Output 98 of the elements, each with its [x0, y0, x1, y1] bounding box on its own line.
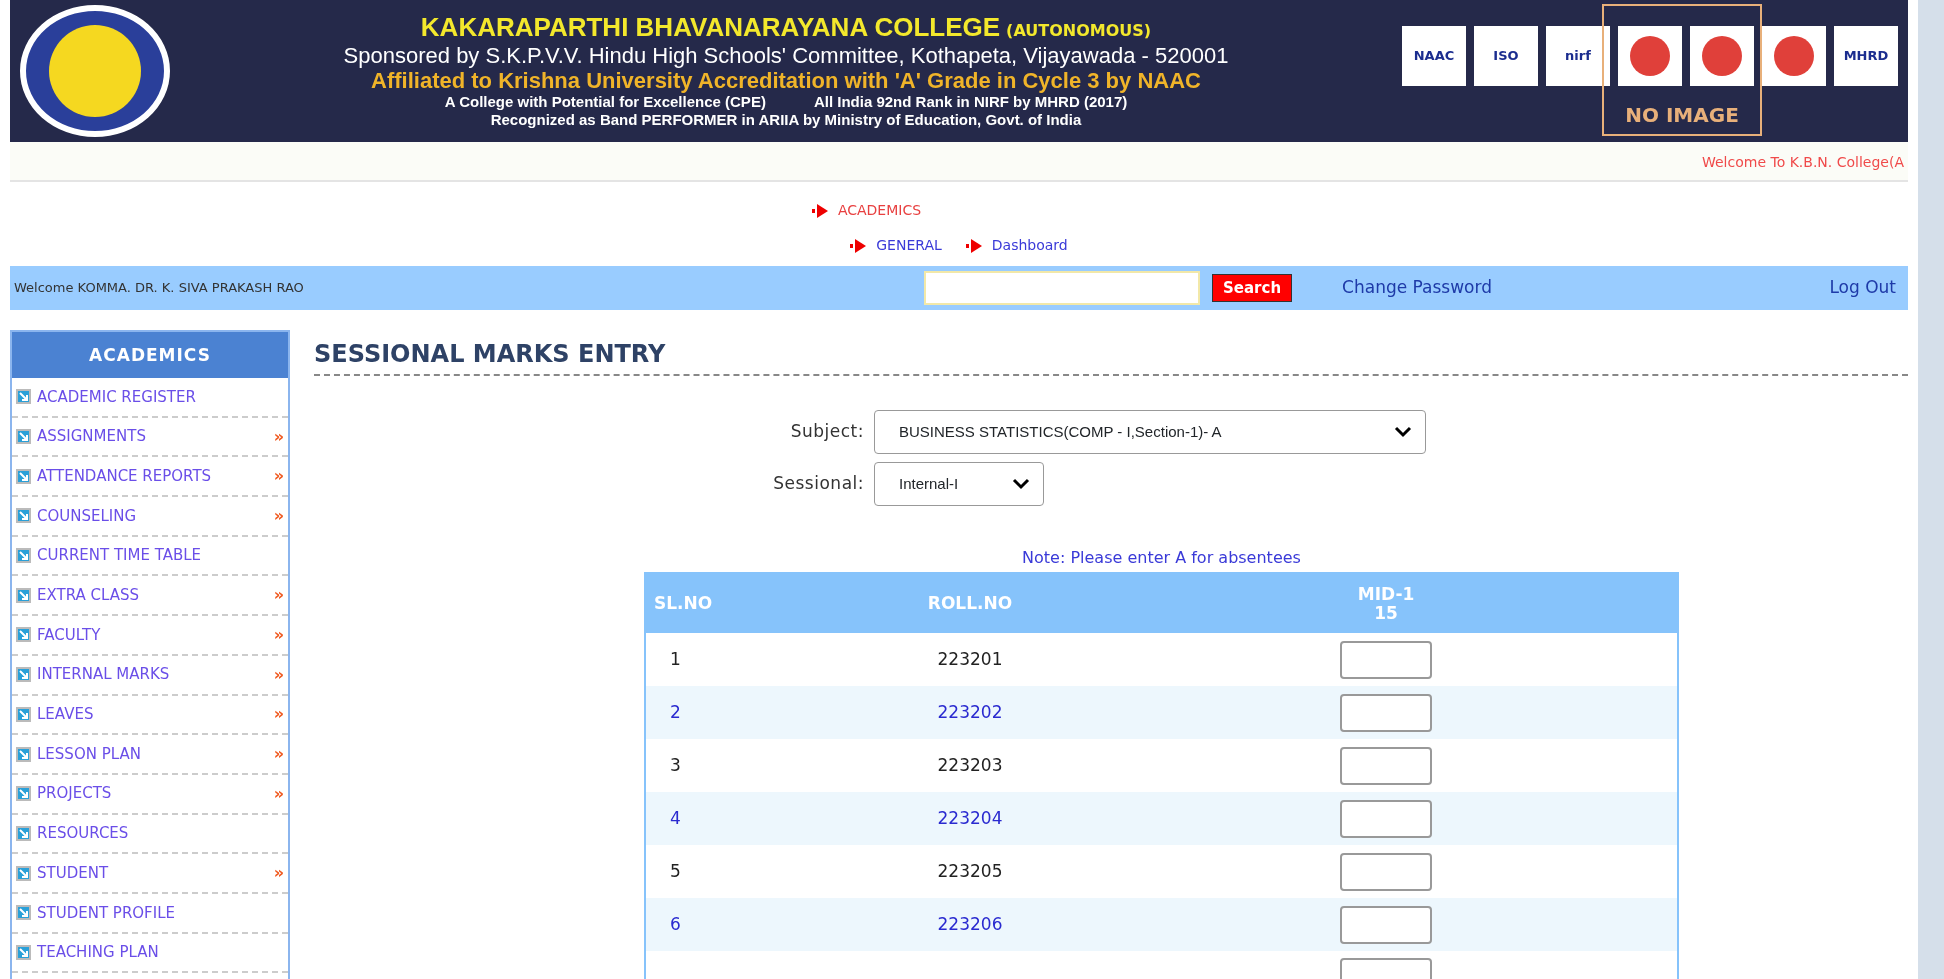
- table-cell: 223205: [845, 845, 1095, 898]
- marks-input[interactable]: [1340, 852, 1432, 891]
- sidebar-link[interactable]: TEACHING PLAN: [37, 941, 159, 964]
- arrow-icon: [16, 548, 31, 564]
- marquee-text: Welcome To K.B.N. College(A: [1702, 154, 1904, 170]
- arrow-icon: [16, 667, 31, 683]
- sidebar-header: ACADEMICS: [12, 332, 288, 378]
- chevron-icon: [1393, 425, 1413, 439]
- banner-text: All India 92nd Rank in NIRF by MHRD (2017): [813, 93, 1128, 111]
- arrow-icon: [16, 746, 31, 762]
- marks-input[interactable]: [1340, 746, 1432, 785]
- emblem-logo-icon: [1690, 26, 1754, 86]
- arrow-icon: [965, 238, 982, 253]
- change-password-link[interactable]: Change Password: [1342, 275, 1492, 301]
- field-label: Subject:: [789, 420, 864, 444]
- arrow-icon: [16, 627, 31, 643]
- chevron-icon: [1011, 477, 1031, 491]
- sessional-dropdown[interactable]: Internal-I: [874, 462, 1044, 506]
- autonomous-label: (AUTONOMOUS): [1006, 20, 1152, 40]
- submenu-arrow: »: [273, 862, 284, 885]
- banner-text: Recognized as Band PERFORMER in ARIIA by Ministry of Education, Govt. of India: [490, 110, 1082, 128]
- sidebar-link[interactable]: ATTENDANCE REPORTS: [37, 464, 212, 488]
- arrow-icon: [16, 865, 31, 881]
- sidebar-link[interactable]: ASSIGNMENTS: [37, 425, 146, 448]
- arrow-icon: [16, 508, 31, 524]
- table-cell: 6: [645, 898, 845, 951]
- submenu-arrow: »: [273, 584, 284, 607]
- affiliation-line: Affiliated to Krishna University Accreditation with 'A' Grade in Cycle 3 by NAAC: [370, 68, 1202, 94]
- emblem-logo-icon: [1762, 26, 1826, 86]
- arrow-icon: [16, 468, 31, 484]
- marks-input[interactable]: [1340, 905, 1432, 944]
- accreditation-logo: nirf: [1546, 26, 1610, 86]
- sidebar-link[interactable]: STUDENT: [37, 861, 109, 885]
- college-name: KAKARAPARTHI BHAVANARAYANA COLLEGE: [420, 11, 1001, 42]
- table-cell: 223201: [845, 633, 1095, 686]
- submenu-arrow: »: [273, 623, 284, 646]
- sidebar-link[interactable]: RESOURCES: [37, 822, 129, 845]
- sidebar-link[interactable]: INTERNAL MARKS: [37, 663, 170, 686]
- arrow-icon: [16, 786, 31, 802]
- arrow-icon: [16, 825, 31, 841]
- search-field[interactable]: [924, 271, 1200, 305]
- column-header: MID-1 15: [1095, 573, 1678, 633]
- column-header: SL.NO: [645, 573, 845, 633]
- banner-text: A College with Potential for Excellence (CPE): [444, 93, 766, 111]
- arrow-icon: [16, 389, 31, 405]
- arrow-icon: [850, 238, 867, 253]
- table-cell: 3: [645, 739, 845, 792]
- scrollbar[interactable]: [1918, 0, 1944, 979]
- accreditation-logo: NAAC: [1402, 26, 1466, 86]
- menu-link[interactable]: Dashboard: [991, 235, 1068, 256]
- emblem-logo-icon: [1618, 26, 1682, 86]
- sponsor-line: Sponsored by S.K.P.V.V. Hindu High Schools' Committee, Kothapeta, Vijayawada - 520001: [342, 42, 1230, 69]
- accreditation-logo: ISO: [1474, 26, 1538, 86]
- table-cell: 223206: [845, 898, 1095, 951]
- table-cell: 2: [645, 686, 845, 739]
- placeholder-text: NO IMAGE: [1625, 102, 1739, 129]
- page-title: SESSIONAL MARKS ENTRY: [314, 340, 666, 368]
- sidebar-link[interactable]: COUNSELING: [37, 504, 137, 528]
- arrow-icon: [16, 706, 31, 722]
- table-cell: 223203: [845, 739, 1095, 792]
- sidebar-link[interactable]: FACULTY: [37, 623, 101, 647]
- table-cell: 4: [645, 792, 845, 845]
- subject-dropdown[interactable]: BUSINESS STATISTICS(COMP - I,Section-1)- A: [874, 410, 1426, 454]
- column-header: ROLL.NO: [845, 573, 1095, 633]
- arrow-icon: [16, 905, 31, 921]
- arrow-icon: [16, 944, 31, 960]
- sidebar-link[interactable]: EXTRA CLASS: [37, 584, 139, 607]
- marks-input[interactable]: [1340, 799, 1432, 838]
- sidebar-link[interactable]: LEAVES: [37, 703, 94, 726]
- submenu-arrow: »: [273, 465, 284, 488]
- note-text: Note: Please enter A for absentees: [1022, 548, 1301, 567]
- arrow-icon: [811, 203, 828, 218]
- submenu-arrow: »: [273, 743, 284, 766]
- accreditation-logo: MHRD: [1834, 26, 1898, 86]
- table-cell: 223204: [845, 792, 1095, 845]
- arrow-icon: [16, 429, 31, 445]
- sidebar-link[interactable]: ACADEMIC REGISTER: [37, 385, 196, 409]
- search-button[interactable]: Search: [1212, 273, 1293, 303]
- marks-input[interactable]: [1340, 693, 1432, 732]
- sidebar-link[interactable]: PROJECTS: [37, 782, 112, 805]
- submenu-arrow: »: [273, 663, 284, 686]
- welcome-text: Welcome KOMMA. DR. K. SIVA PRAKASH RAO: [14, 279, 305, 298]
- arrow-icon: [16, 587, 31, 603]
- sidebar-link[interactable]: STUDENT PROFILE: [37, 901, 175, 925]
- submenu-arrow: »: [273, 782, 284, 805]
- submenu-arrow: »: [273, 425, 284, 448]
- table-cell: 223202: [845, 686, 1095, 739]
- menu-link[interactable]: ACADEMICS: [837, 200, 922, 221]
- field-label: Sessional:: [772, 472, 864, 496]
- submenu-arrow: »: [273, 703, 284, 726]
- sidebar-link[interactable]: LESSON PLAN: [37, 742, 141, 766]
- table-cell: 5: [645, 845, 845, 898]
- logout-link[interactable]: Log Out: [1829, 275, 1896, 301]
- submenu-arrow: »: [273, 504, 284, 527]
- menu-link[interactable]: GENERAL: [876, 235, 942, 256]
- marks-input[interactable]: [1340, 640, 1432, 679]
- sidebar-link[interactable]: CURRENT TIME TABLE: [37, 544, 202, 567]
- table-cell: 1: [645, 633, 845, 686]
